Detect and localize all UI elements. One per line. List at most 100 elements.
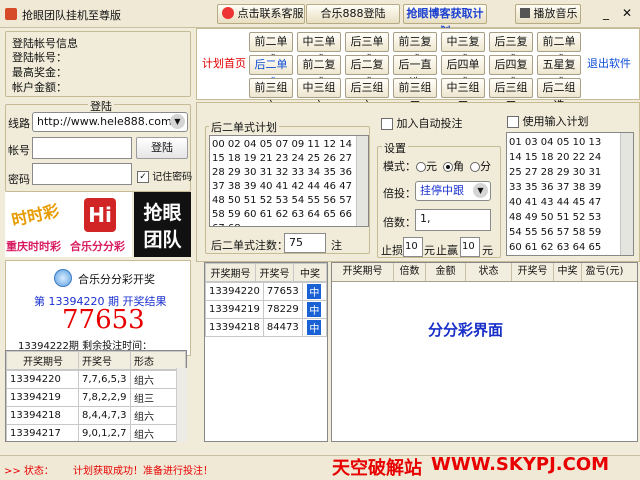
close-button[interactable]: ✕ xyxy=(617,4,637,22)
nav-row3-4-button[interactable]: 中三组三 xyxy=(441,78,485,112)
table-row[interactable]: 13394218 8,4,4,7,3 组六 xyxy=(6,406,186,425)
orders-header-status: 状态 xyxy=(466,263,512,281)
orders-table: 开奖期号 倍数 金额 状态 开奖号 中奖 盈亏(元) 分分彩界面 xyxy=(331,262,638,442)
nav-row2-5-button[interactable]: 后四复式 xyxy=(489,55,533,89)
table-row[interactable]: 13394220 77653 中 xyxy=(205,282,327,301)
win-cell: 中 xyxy=(301,282,327,301)
table-row[interactable]: 13394219 78229 中 xyxy=(205,300,327,319)
custom-plan-checkbox[interactable]: 使用输入计划 xyxy=(507,113,589,129)
account-input[interactable] xyxy=(32,137,132,159)
nav-row2-1-button[interactable]: 前二复式 xyxy=(297,55,341,89)
times-label: 倍数： xyxy=(383,216,416,229)
plan-count-label: 后二单式注数： xyxy=(211,239,288,252)
times-input[interactable]: 1, xyxy=(415,209,491,231)
nav-row1-1-button[interactable]: 中三单式 xyxy=(297,32,341,66)
nav-row3-6-button[interactable]: 后二组选 xyxy=(537,78,581,112)
table-row[interactable]: 13394220 7,7,6,5,3 组六 xyxy=(6,370,186,389)
nav-row2-4-button[interactable]: 后四单式 xyxy=(441,55,485,89)
custom-plan-box xyxy=(507,116,519,128)
multiple-select[interactable]: 挂停中跟 ▼ xyxy=(415,181,491,201)
stopwin-input[interactable]: 10 xyxy=(460,237,480,257)
ad-hele-text: 合乐分分彩 xyxy=(70,240,125,253)
remember-password-checkbox[interactable]: ✓ 记住密码 xyxy=(137,168,192,183)
auto-invest-label: 加入自动投注 xyxy=(396,117,463,130)
table-cell: 13394218 xyxy=(6,406,79,425)
plan-home-button[interactable]: 计划首页 xyxy=(199,55,249,75)
table-row[interactable]: 13394219 7,8,2,2,9 组三 xyxy=(6,388,186,407)
stoploss-label: 止损 xyxy=(381,244,403,257)
penguin-icon xyxy=(222,7,234,19)
contact-support-button[interactable]: 点击联系客服 xyxy=(217,4,305,24)
line-select[interactable]: http://www.hele888.com ▼ xyxy=(32,112,188,132)
mode-radio-jiao[interactable]: 角 xyxy=(443,158,464,174)
table-cell: 13394219 xyxy=(205,300,264,319)
table-cell: 7,7,6,5,3 xyxy=(78,370,131,389)
password-input[interactable] xyxy=(32,163,132,185)
multiple-label: 倍投： xyxy=(383,187,416,200)
win-cell: 中 xyxy=(301,318,327,337)
nav-row1-6-button[interactable]: 前二单式 xyxy=(537,32,581,66)
history-header-period: 开奖期号 xyxy=(6,351,79,370)
plan-count-input[interactable]: 75 xyxy=(284,233,326,253)
status-prefix: >> 状态： xyxy=(4,466,54,477)
watermark-title: 天空破解站 xyxy=(332,458,422,479)
mode-radio-yuan[interactable]: 元 xyxy=(416,158,437,174)
history-scrollbar[interactable] xyxy=(176,368,187,442)
mode-label: 模式： xyxy=(383,160,416,173)
orders-header: 开奖期号 倍数 金额 状态 开奖号 中奖 盈亏(元) xyxy=(332,263,637,282)
table-cell: 13394220 xyxy=(6,370,79,389)
nav-row2-2-button[interactable]: 后二复式 xyxy=(345,55,389,89)
nav-row1-0-button[interactable]: 前二单式 xyxy=(249,32,293,66)
table-cell: 13394219 xyxy=(6,388,79,407)
ad-hele[interactable]: Hi 合乐分分彩 xyxy=(70,192,132,257)
orders-header-multiple: 倍数 xyxy=(394,263,426,281)
nav-row3-1-button[interactable]: 中三组六 xyxy=(297,78,341,112)
auto-invest-box xyxy=(381,118,393,130)
minimize-button[interactable]: _ xyxy=(596,4,616,22)
draw-title: 合乐分分彩开奖 xyxy=(78,273,155,286)
custom-plan-scrollbar[interactable] xyxy=(620,133,633,255)
stoploss-input[interactable]: 10 xyxy=(403,237,423,257)
table-cell: 13394220 xyxy=(205,282,264,301)
mode-radio-jiao-dot xyxy=(443,162,453,172)
plan-scrollbar[interactable] xyxy=(356,136,368,226)
orders-header-profit: 盈亏(元) xyxy=(585,266,624,277)
account-name-label: 登陆帐号： xyxy=(12,51,67,64)
stopwin-label: 止赢 xyxy=(436,244,458,257)
nav-row1-4-button[interactable]: 中三复式 xyxy=(441,32,485,66)
custom-plan-box-area[interactable]: 01 03 04 05 10 13 14 15 18 20 22 24 25 2… xyxy=(506,132,634,256)
win-badge: 中 xyxy=(307,284,322,299)
nav-row3-2-button[interactable]: 后三组六 xyxy=(345,78,389,112)
checkbox-box: ✓ xyxy=(137,171,149,183)
account-info-group: 登陆帐号信息 登陆帐号： 最高奖金： 帐户金额： xyxy=(5,31,191,97)
nav-row3-3-button[interactable]: 前三组三 xyxy=(393,78,437,112)
auto-invest-checkbox[interactable]: 加入自动投注 xyxy=(381,115,463,131)
nav-row1-5-button[interactable]: 后三复式 xyxy=(489,32,533,66)
table-row[interactable]: 13394217 9,0,1,2,7 组六 xyxy=(6,424,186,441)
ad-cqssc-text: 重庆时时彩 xyxy=(6,240,61,253)
nav-row2-6-button[interactable]: 五星复式 xyxy=(537,55,581,89)
table-row[interactable]: 13394218 84473 中 xyxy=(205,318,327,337)
nav-row1-2-button[interactable]: 后三单式 xyxy=(345,32,389,66)
mode-radio-yuan-dot xyxy=(416,162,426,172)
table-cell: 8,4,4,7,3 xyxy=(78,406,131,425)
win-cell: 中 xyxy=(301,300,327,319)
line-select-value: http://www.hele888.com xyxy=(37,115,172,128)
play-music-label: 播放音乐 xyxy=(533,7,578,20)
login-site-button[interactable]: 合乐888登陆 xyxy=(306,4,400,24)
exit-button[interactable]: 退出软件 xyxy=(582,55,636,75)
login-button[interactable]: 登陆 xyxy=(136,137,188,159)
play-music-button[interactable]: 播放音乐 xyxy=(515,4,581,24)
nav-row3-0-button[interactable]: 前三组六 xyxy=(249,78,293,112)
plan-numbers-box[interactable]: 00 02 04 05 07 09 11 12 14 15 18 19 21 2… xyxy=(209,135,369,227)
nav-row1-3-button[interactable]: 前三复式 xyxy=(393,32,437,66)
ad-qiangyan[interactable]: 抢眼 团队 xyxy=(134,192,191,257)
mode-radio-fen[interactable]: 分 xyxy=(470,158,491,174)
blog-plan-button[interactable]: 抢眼博客获取计划 xyxy=(403,4,487,38)
nav-row3-5-button[interactable]: 后三组三 xyxy=(489,78,533,112)
ad-cqssc[interactable]: 时时彩 重庆时时彩 xyxy=(5,192,70,257)
nav-row2-3-button[interactable]: 后一直选 xyxy=(393,55,437,89)
results-table: 开奖期号 开奖号 中奖 13394220 77653 中 13394219 78229 中… xyxy=(204,262,328,442)
nav-row2-0-button[interactable]: 后二单式 xyxy=(249,55,293,89)
ad-qiangyan-line1: 抢眼 xyxy=(143,202,182,224)
